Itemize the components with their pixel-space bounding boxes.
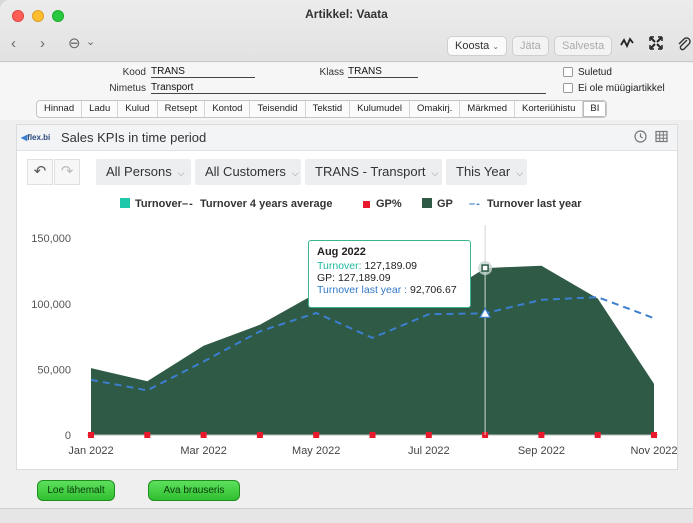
x-tick-label: Nov 2022 [630, 445, 677, 457]
x-tick-label: Sep 2022 [518, 445, 565, 457]
gp-pct-marker [651, 432, 657, 438]
ava-brauseris-button[interactable]: Ava brauseris [148, 480, 240, 501]
tab-omakirj[interactable]: Omakirj. [410, 101, 461, 117]
x-tick-label: Jan 2022 [68, 445, 113, 457]
gp-hover-point [481, 264, 489, 272]
klass-label: Klass [319, 67, 344, 78]
suletud-checkbox[interactable] [563, 67, 573, 77]
tab-ladu[interactable]: Ladu [82, 101, 119, 117]
activity-icon[interactable] [620, 36, 634, 54]
tooltip-gp: GP: 127,189.09 [317, 272, 462, 284]
tab-bi[interactable]: BI [583, 101, 607, 117]
gp-pct-marker [425, 432, 432, 438]
window-title: Artikkel: Vaata [305, 7, 388, 21]
gp-pct-marker [594, 432, 601, 438]
chart-tooltip: Aug 2022 Turnover: 127,189.09 GP: 127,18… [308, 240, 471, 308]
tab-retsept[interactable]: Retsept [158, 101, 206, 117]
expand-icon[interactable] [649, 36, 663, 54]
tab-hinnad[interactable]: Hinnad [37, 101, 83, 117]
gp-pct-marker [313, 432, 320, 438]
paperclip-icon[interactable] [677, 36, 691, 56]
tooltip-turnover-label: Turnover: [317, 260, 362, 272]
x-tick-label: Mar 2022 [180, 445, 226, 457]
suletud-label: Suletud [578, 67, 612, 78]
tooltip-gp-label: GP: [317, 272, 336, 284]
gp-pct-marker [200, 432, 207, 438]
tab-bar: Hinnad Ladu Kulud Retsept Kontod Teisend… [36, 100, 608, 118]
y-tick-label: 0 [65, 430, 71, 442]
tab-teisendid[interactable]: Teisendid [250, 101, 306, 117]
koosta-label: Koosta [455, 40, 490, 52]
ei-ole-label: Ei ole müügiartikkel [578, 83, 665, 94]
x-tick-label: May 2022 [292, 445, 340, 457]
jata-button[interactable]: Jäta [512, 36, 549, 56]
y-tick-label: 100,000 [31, 299, 71, 311]
ei-ole-checkbox[interactable] [563, 83, 573, 93]
forward-button[interactable]: › [40, 36, 45, 52]
tab-kulud[interactable]: Kulud [118, 101, 158, 117]
gp-pct-marker [538, 432, 545, 438]
tab-kontod[interactable]: Kontod [205, 101, 251, 117]
tooltip-turnover: Turnover: 127,189.09 [317, 260, 462, 272]
klass-field[interactable]: TRANS [348, 66, 418, 78]
status-bar [0, 508, 693, 523]
gp-pct-marker [369, 432, 376, 438]
salvesta-button[interactable]: Salvesta [554, 36, 613, 56]
more-menu-chevron-icon[interactable]: ⌄ [86, 34, 95, 50]
tooltip-turnover-value: 127,189.09 [364, 260, 418, 272]
tooltip-tly-label: Turnover last year : [317, 284, 408, 296]
gp-pct-marker [88, 432, 94, 438]
tooltip-title: Aug 2022 [317, 246, 366, 258]
tooltip-tly: Turnover last year : 92,706.67 [317, 284, 462, 296]
tab-kulumudel[interactable]: Kulumudel [350, 101, 411, 117]
back-button[interactable]: ‹ [11, 36, 16, 52]
gp-pct-marker [144, 432, 151, 438]
chevron-down-icon: ⌄ [492, 42, 500, 51]
title-bar: Artikkel: Vaata ‹ › ⊖ ⌄ Koosta ⌄ Jäta Sa… [0, 0, 693, 62]
loe-lahemalt-button[interactable]: Loe lähemalt [37, 480, 115, 501]
bi-panel: ◀flex.bi Sales KPIs in time period ↶ ↷ A… [16, 124, 678, 470]
kood-label: Kood [122, 67, 146, 78]
tab-markmed[interactable]: Märkmed [460, 101, 516, 117]
tooltip-gp-value: 127,189.09 [338, 272, 391, 284]
y-tick-label: 50,000 [37, 364, 71, 376]
nimetus-label: Nimetus [109, 83, 146, 94]
tooltip-tly-value: 92,706.67 [409, 284, 457, 296]
app-window: Artikkel: Vaata ‹ › ⊖ ⌄ Koosta ⌄ Jäta Sa… [0, 0, 693, 523]
tab-korteriuhistu[interactable]: Korteriühistu [515, 101, 584, 117]
x-tick-label: Jul 2022 [408, 445, 450, 457]
nimetus-field[interactable]: Transport [151, 82, 546, 94]
koosta-button[interactable]: Koosta ⌄ [447, 36, 508, 56]
kood-field[interactable]: TRANS [151, 66, 255, 78]
tab-tekstid[interactable]: Tekstid [306, 101, 351, 117]
gp-pct-marker [256, 432, 263, 438]
y-tick-label: 150,000 [31, 233, 71, 245]
more-menu-icon[interactable]: ⊖ [68, 36, 81, 52]
